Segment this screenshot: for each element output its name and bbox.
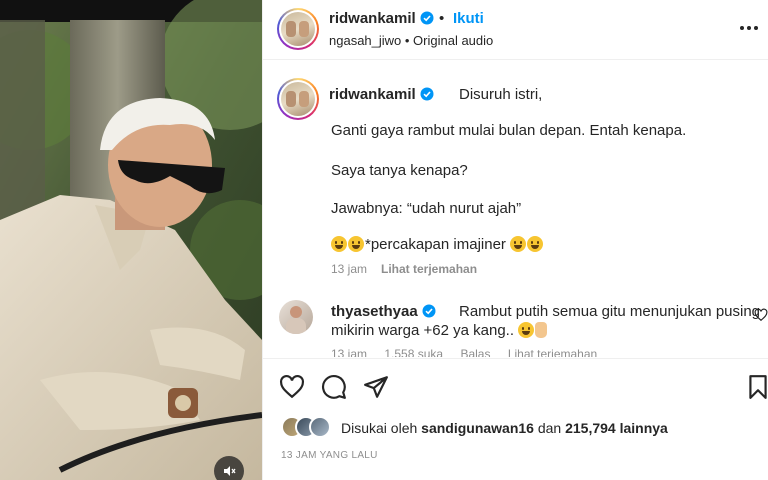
caption-line-4: Jawabnya: “udah nurut ajah” (331, 200, 522, 217)
post-time-ago[interactable]: 13 JAM YANG LALU (281, 450, 378, 461)
author-avatar[interactable] (277, 8, 319, 50)
verified-icon (420, 11, 434, 25)
verified-icon (420, 87, 434, 101)
post-media[interactable] (0, 0, 262, 480)
comment-text-line-1: Rambut putih semua gitu menunjukan pusin… (459, 303, 761, 320)
comment-like-icon[interactable] (754, 308, 768, 322)
post-photo (0, 0, 262, 480)
liker-avatar (309, 416, 331, 438)
more-icon[interactable] (737, 18, 761, 38)
likes-prefix: Disukai oleh (341, 420, 418, 436)
mute-button[interactable] (214, 456, 244, 480)
post-details-panel: ridwankamil • Ikuti ngasah_jiwo • Origin… (262, 0, 768, 480)
caption-line-2: Ganti gaya rambut mulai bulan depan. Ent… (331, 122, 687, 139)
comment-text-line-2: mikirin warga +62 ya kang.. (331, 322, 548, 339)
grin-emoji (348, 236, 364, 252)
bookmark-icon[interactable] (745, 374, 768, 400)
share-icon[interactable] (363, 374, 389, 400)
comment-meta: 13 jam 1.558 suka Balas Lihat terjemahan (331, 347, 611, 357)
commenter-avatar[interactable] (279, 300, 313, 334)
header-separator: • (439, 10, 445, 27)
follow-button[interactable]: Ikuti (453, 10, 484, 27)
caption-translate-link[interactable]: Lihat terjemahan (381, 262, 477, 276)
likes-others-link[interactable]: 215,794 lainnya (565, 420, 668, 436)
grin-emoji (527, 236, 544, 252)
likes-connector: dan (537, 420, 562, 436)
sweat-smile-emoji (518, 322, 535, 338)
comment-time: 13 jam (331, 347, 368, 357)
comment-translate-link[interactable]: Lihat terjemahan (508, 347, 597, 357)
caption-line-3: Saya tanya kenapa? (331, 162, 468, 179)
reply-button[interactable]: Balas (460, 347, 490, 357)
caption-username[interactable]: ridwankamil (329, 86, 434, 103)
grin-emoji (331, 236, 347, 252)
comment-likes[interactable]: 1.558 suka (384, 347, 443, 357)
comment-icon[interactable] (321, 374, 347, 400)
likes-user-link[interactable]: sandigunawan16 (421, 420, 534, 436)
likes-summary: Disukai oleh sandigunawan16 dan 215,794 … (341, 420, 668, 436)
liker-avatars (281, 416, 341, 438)
heart-icon[interactable] (279, 374, 305, 400)
caption-line-5: *percakapan imajiner (331, 236, 544, 253)
verified-icon (422, 304, 436, 318)
grin-emoji (510, 236, 527, 252)
post-header: ridwankamil • Ikuti ngasah_jiwo • Origin… (263, 0, 768, 60)
caption-avatar[interactable] (277, 78, 319, 120)
audio-link[interactable]: ngasah_jiwo • Original audio (329, 33, 493, 48)
header-username[interactable]: ridwankamil (329, 10, 434, 27)
caption-line-1: Disuruh istri, (459, 86, 543, 103)
comment-username[interactable]: thyasethyaa (331, 303, 436, 320)
caption-time: 13 jam (331, 262, 368, 276)
ok-hand-emoji (535, 322, 548, 338)
mute-icon (224, 466, 236, 476)
